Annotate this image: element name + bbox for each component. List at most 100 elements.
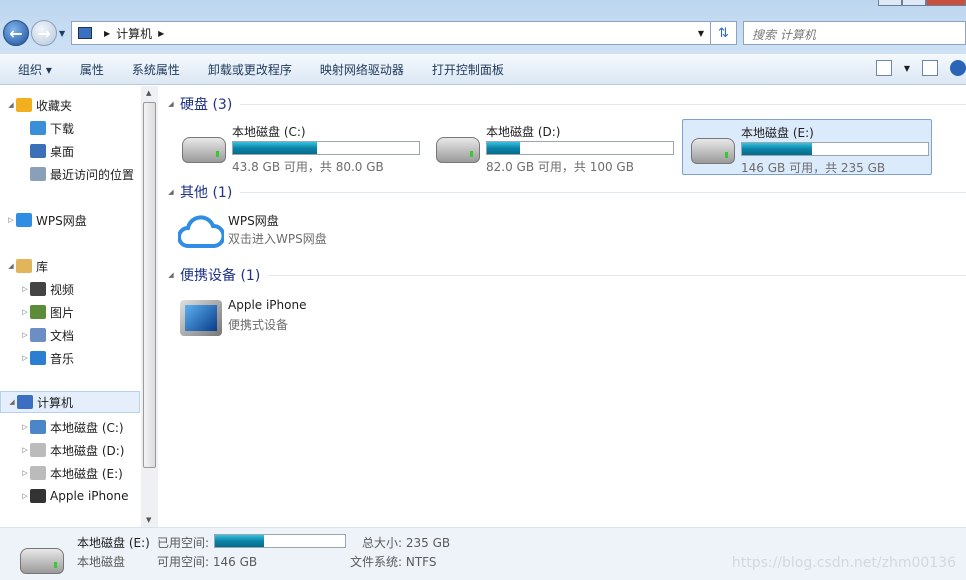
close-button[interactable] — [926, 0, 966, 6]
map-network-drive-button[interactable]: 映射网络驱动器 — [306, 61, 418, 78]
downloads-icon — [30, 121, 46, 135]
sidebar-item-documents[interactable]: ▷ 文档 — [0, 324, 140, 346]
scroll-down-icon[interactable]: ▼ — [146, 516, 151, 524]
wps-icon — [16, 213, 32, 227]
expanded-triangle-icon[interactable]: ◢ — [6, 262, 16, 270]
organize-button[interactable]: 组织 ▾ — [0, 61, 66, 78]
drive-name: 本地磁盘 (D:) — [486, 125, 561, 139]
favorites-icon — [16, 98, 32, 112]
drive-space-info: 82.0 GB 可用，共 100 GB — [486, 160, 634, 174]
collapsed-triangle-icon[interactable]: ▷ — [20, 354, 30, 362]
sidebar-item-drive-e[interactable]: ▷ 本地磁盘 (E:) — [0, 462, 140, 484]
sidebar-item-computer[interactable]: ◢ 计算机 — [0, 391, 140, 413]
item-description: 双击进入WPS网盘 — [228, 232, 327, 246]
help-icon[interactable] — [950, 60, 966, 76]
item-name: WPS网盘 — [228, 214, 279, 228]
sidebar-item-label: 最近访问的位置 — [50, 167, 135, 182]
preview-pane-icon[interactable] — [922, 60, 938, 76]
sidebar-item-label: 本地磁盘 (E:) — [50, 466, 123, 481]
watermark: https://blog.csdn.net/zhm00136 — [731, 555, 956, 571]
wps-drive-item[interactable]: WPS网盘 双击进入WPS网盘 — [178, 212, 378, 252]
window-controls — [878, 0, 966, 6]
collapsed-triangle-icon[interactable]: ▷ — [20, 446, 30, 454]
properties-button[interactable]: 属性 — [66, 61, 118, 78]
status-drive-name: 本地磁盘 (E:) — [77, 536, 150, 550]
status-free-space: 可用空间: 146 GB — [157, 555, 258, 569]
minimize-button[interactable] — [878, 0, 902, 6]
sidebar-item-favorites[interactable]: ◢ 收藏夹 — [0, 94, 140, 116]
iphone-item[interactable]: Apple iPhone 便携式设备 — [178, 298, 378, 338]
recent-pages-dropdown[interactable]: ▼ — [59, 29, 65, 38]
view-dropdown-icon[interactable]: ▼ — [904, 64, 910, 73]
status-total-size: 总大小: 235 GB — [362, 536, 451, 550]
videos-icon — [30, 282, 46, 296]
sidebar-item-apple-iphone[interactable]: ▷ Apple iPhone — [0, 485, 140, 507]
breadcrumb-chevron-icon[interactable]: ▶ — [104, 29, 110, 38]
drive-item-e[interactable]: 本地磁盘 (E:) 146 GB 可用，共 235 GB — [682, 119, 932, 175]
collapsed-triangle-icon[interactable]: ▷ — [20, 331, 30, 339]
collapsed-triangle-icon[interactable]: ▷ — [20, 492, 30, 500]
sidebar-item-wps[interactable]: ▷ WPS网盘 — [0, 209, 140, 231]
command-bar: 组织 ▾ 属性 系统属性 卸载或更改程序 映射网络驱动器 打开控制面板 ▼ — [0, 54, 966, 85]
open-control-panel-button[interactable]: 打开控制面板 — [418, 61, 518, 78]
breadcrumb-chevron-icon[interactable]: ▶ — [158, 29, 164, 38]
view-options-icon[interactable] — [875, 60, 892, 76]
search-input[interactable]: 搜索 计算机 — [743, 21, 966, 45]
system-properties-button[interactable]: 系统属性 — [118, 61, 194, 78]
collapsed-triangle-icon[interactable]: ▷ — [20, 423, 30, 431]
drive-item-c[interactable]: 本地磁盘 (C:) 43.8 GB 可用，共 80.0 GB — [174, 119, 424, 175]
system-drive-icon — [182, 137, 226, 163]
sidebar-item-recent-places[interactable]: 最近访问的位置 — [0, 163, 140, 185]
collapsed-triangle-icon[interactable]: ▷ — [20, 469, 30, 477]
sidebar-item-label: 本地磁盘 (C:) — [50, 420, 124, 435]
expanded-triangle-icon[interactable]: ◢ — [7, 398, 17, 406]
collapsed-triangle-icon[interactable]: ▷ — [20, 308, 30, 316]
collapsed-triangle-icon[interactable]: ▷ — [20, 285, 30, 293]
group-portable-devices[interactable]: ◢ 便携设备 (1) — [166, 265, 966, 285]
sidebar-item-libraries[interactable]: ◢ 库 — [0, 255, 140, 277]
sidebar-item-drive-d[interactable]: ▷ 本地磁盘 (D:) — [0, 439, 140, 461]
group-other[interactable]: ◢ 其他 (1) — [166, 182, 966, 202]
group-title: 硬盘 (3) — [180, 97, 233, 113]
wps-cloud-icon — [178, 215, 224, 248]
apple-iphone-icon — [30, 489, 46, 503]
drive-usage-bar — [486, 141, 674, 155]
scroll-up-icon[interactable]: ▲ — [146, 89, 151, 97]
status-drive-type: 本地磁盘 — [77, 555, 126, 569]
expanded-triangle-icon[interactable]: ◢ — [6, 101, 16, 109]
sidebar-item-label: 本地磁盘 (D:) — [50, 443, 125, 458]
collapsed-triangle-icon[interactable]: ▷ — [6, 216, 16, 224]
group-title: 便携设备 (1) — [180, 268, 261, 284]
sidebar-scrollbar[interactable]: ▲ ▼ — [141, 86, 158, 527]
address-dropdown-icon[interactable]: ▼ — [698, 29, 704, 38]
back-button[interactable]: ← — [3, 20, 29, 46]
maximize-button[interactable] — [902, 0, 926, 6]
drive-item-d[interactable]: 本地磁盘 (D:) 82.0 GB 可用，共 100 GB — [428, 119, 678, 175]
sidebar-item-pictures[interactable]: ▷ 图片 — [0, 301, 140, 323]
uninstall-program-button[interactable]: 卸载或更改程序 — [194, 61, 306, 78]
sidebar-item-music[interactable]: ▷ 音乐 — [0, 347, 140, 369]
drive-space-info: 43.8 GB 可用，共 80.0 GB — [232, 160, 384, 174]
scrollbar-thumb[interactable] — [143, 102, 156, 468]
sidebar-item-label: 计算机 — [37, 395, 74, 410]
breadcrumb-computer[interactable]: 计算机 — [116, 25, 152, 42]
item-name: Apple iPhone — [228, 298, 307, 312]
hard-drive-icon — [691, 138, 735, 164]
sidebar-item-label: 桌面 — [50, 144, 75, 159]
sidebar-item-desktop[interactable]: 桌面 — [0, 140, 140, 162]
sidebar-item-downloads[interactable]: 下载 — [0, 117, 140, 139]
sidebar-item-videos[interactable]: ▷ 视频 — [0, 278, 140, 300]
sidebar-item-label: WPS网盘 — [36, 213, 87, 228]
desktop-icon — [30, 144, 46, 158]
refresh-button[interactable]: ⇅ — [711, 21, 737, 45]
forward-button[interactable]: → — [31, 20, 57, 46]
sidebar-item-label: 下载 — [50, 121, 75, 136]
group-title: 其他 (1) — [180, 185, 233, 201]
address-bar[interactable]: ▶ 计算机 ▶ ▼ — [71, 21, 711, 45]
hard-drive-icon — [436, 137, 480, 163]
sidebar-item-drive-c[interactable]: ▷ 本地磁盘 (C:) — [0, 416, 140, 438]
group-hard-disks[interactable]: ◢ 硬盘 (3) — [166, 94, 966, 114]
item-description: 便携式设备 — [228, 318, 289, 332]
status-file-system: 文件系统: NTFS — [350, 555, 437, 569]
pictures-icon — [30, 305, 46, 319]
